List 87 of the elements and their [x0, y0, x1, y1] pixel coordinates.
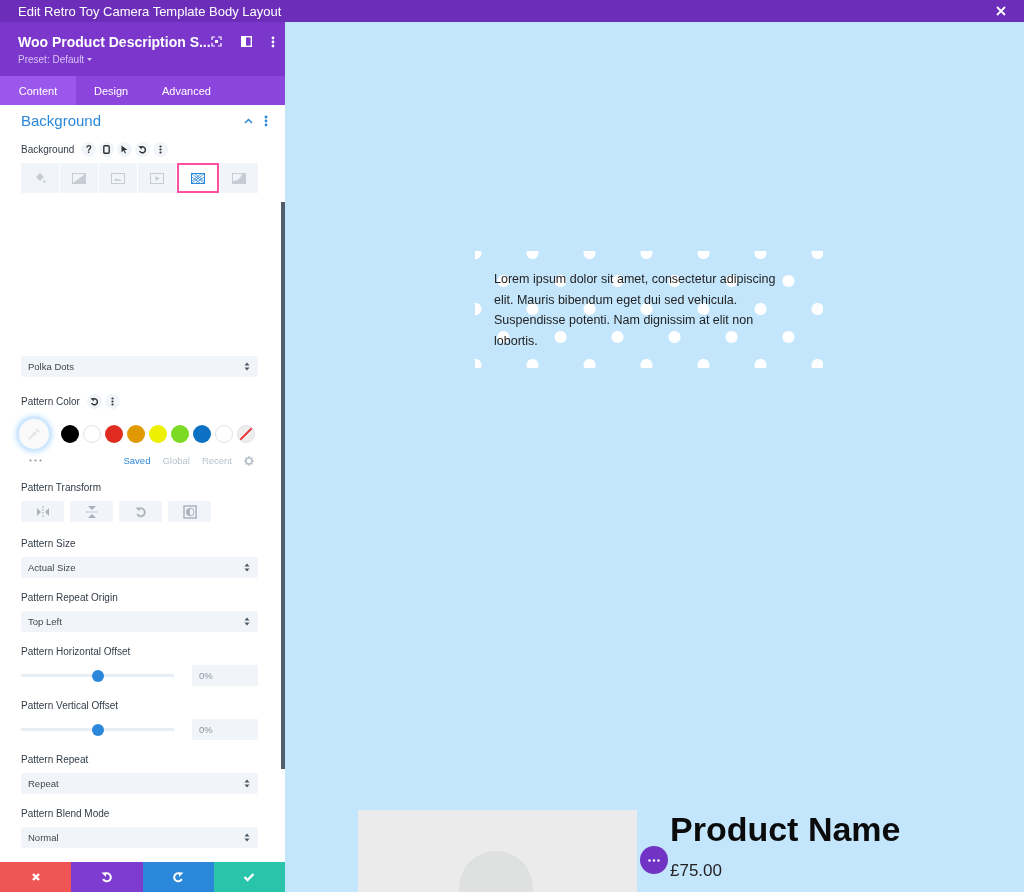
- no-color-swatch[interactable]: [237, 425, 255, 443]
- color-swatch[interactable]: [83, 425, 101, 443]
- focus-icon[interactable]: [210, 36, 222, 47]
- undo-button[interactable]: [71, 862, 143, 892]
- redo-icon: [172, 871, 185, 883]
- number-field[interactable]: 0%: [192, 665, 258, 686]
- flip-vertical-button[interactable]: [70, 501, 113, 522]
- color-swatch[interactable]: [193, 425, 211, 443]
- gradient-icon: [72, 172, 86, 184]
- more-icon: [110, 396, 114, 406]
- phone-icon: [103, 144, 111, 154]
- flip-horizontal-icon: [35, 505, 50, 518]
- up-down-caret-icon: [244, 833, 250, 842]
- field-label: Pattern Repeat: [21, 753, 89, 765]
- color-swatch[interactable]: [215, 425, 233, 443]
- palette-tab[interactable]: Saved: [123, 455, 151, 466]
- field-label: Pattern Repeat Origin: [21, 591, 118, 603]
- product-price: £75.00: [670, 861, 723, 881]
- up-down-caret-icon: [244, 362, 250, 371]
- more-icon[interactable]: [270, 35, 275, 48]
- color-swatch[interactable]: [61, 425, 79, 443]
- paint-bucket-icon: [34, 172, 46, 184]
- module-title: Woo Product Description S...: [18, 33, 211, 50]
- field-label: Pattern Horizontal Offset: [21, 645, 131, 657]
- more-horizontal-icon[interactable]: [29, 459, 42, 462]
- undo-icon: [138, 144, 148, 154]
- window-title: Edit Retro Toy Camera Template Body Layout: [18, 3, 282, 19]
- image-icon: [111, 172, 125, 184]
- color-picker-button[interactable]: [17, 417, 51, 451]
- more-icon[interactable]: [264, 114, 268, 127]
- tab[interactable]: Design: [76, 76, 144, 105]
- video-icon: [150, 172, 164, 184]
- tab[interactable]: Content: [0, 76, 76, 105]
- mask-icon: [232, 172, 246, 184]
- field-label: Pattern Vertical Offset: [21, 699, 119, 711]
- check-icon: [243, 872, 256, 882]
- field-label: Pattern Transform: [21, 481, 102, 493]
- select-field[interactable]: Repeat: [21, 773, 258, 794]
- select-field[interactable]: Top Left: [21, 611, 258, 632]
- cursor-icon: [121, 144, 129, 154]
- product-description: Lorem ipsum dolor sit amet, consectetur adipiscing elit. Mauris bibendum eget dui sed vehicula. Suspendisse potenti. Nam dignissim at elit non lobortis.: [494, 271, 777, 350]
- field-label: Pattern Color: [21, 395, 80, 407]
- cursor-button[interactable]: [117, 141, 133, 157]
- tab[interactable]: Advanced: [144, 76, 229, 105]
- invert-icon: [182, 504, 197, 519]
- slider-thumb[interactable]: [91, 723, 104, 736]
- close-icon[interactable]: [996, 6, 1006, 16]
- slider-thumb[interactable]: [91, 669, 104, 682]
- number-field[interactable]: 0%: [192, 719, 258, 740]
- help-button[interactable]: ?: [81, 141, 97, 157]
- field-label: Pattern Size: [21, 537, 76, 549]
- flip-vertical-icon: [85, 504, 98, 519]
- reset-button[interactable]: [135, 141, 151, 157]
- preset-label[interactable]: Preset: Default: [18, 53, 85, 65]
- scrollbar[interactable]: [281, 202, 285, 769]
- sidebar-icon[interactable]: [240, 36, 252, 47]
- pattern-select[interactable]: Polka Dots: [21, 356, 258, 377]
- invert-button[interactable]: [168, 501, 211, 522]
- field-label: Pattern Blend Mode: [21, 807, 110, 819]
- chevron-up-icon[interactable]: [244, 117, 253, 124]
- product-name: Product Name: [670, 810, 901, 849]
- color-swatch[interactable]: [127, 425, 145, 443]
- color-swatch[interactable]: [105, 425, 123, 443]
- settings-icon[interactable]: [244, 455, 254, 466]
- flip-horizontal-button[interactable]: [21, 501, 64, 522]
- redo-button[interactable]: [142, 862, 214, 892]
- caret-icon[interactable]: [87, 57, 93, 61]
- up-down-caret-icon: [244, 779, 250, 788]
- more-button[interactable]: [640, 846, 668, 874]
- more-icon: [648, 858, 660, 862]
- field-label: Background: [21, 143, 75, 155]
- close-icon: [30, 872, 41, 882]
- more-icon: [159, 144, 163, 154]
- select-field[interactable]: Normal: [21, 827, 258, 848]
- undo-icon: [89, 396, 99, 406]
- reset-button[interactable]: [86, 393, 102, 409]
- undo-icon: [100, 871, 113, 883]
- select-field[interactable]: Actual Size: [21, 557, 258, 578]
- color-swatch[interactable]: [149, 425, 167, 443]
- phone-button[interactable]: [99, 141, 115, 157]
- rotate-icon: [134, 505, 147, 518]
- rotate-button[interactable]: [119, 501, 162, 522]
- section-title[interactable]: Background: [21, 112, 244, 129]
- up-down-caret-icon: [244, 563, 250, 572]
- color-swatch[interactable]: [171, 425, 189, 443]
- up-down-caret-icon: [244, 617, 250, 626]
- pattern-icon: [191, 172, 205, 184]
